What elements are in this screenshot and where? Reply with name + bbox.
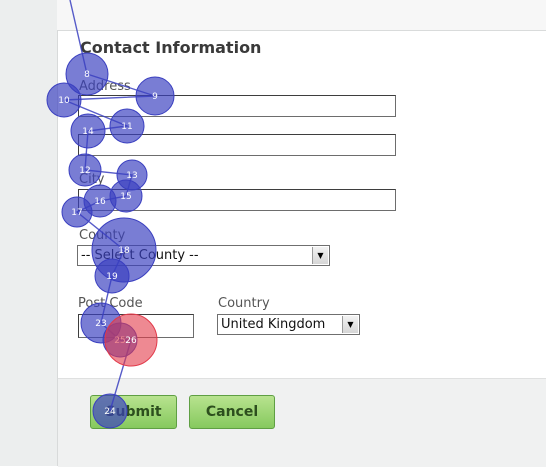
gaze-fixation-label: 8 — [84, 70, 90, 80]
gaze-fixation-label: 16 — [94, 197, 106, 207]
gaze-fixation-label: 10 — [58, 96, 70, 106]
gaze-fixation-label: 13 — [126, 171, 137, 181]
gaze-fixation-label: 17 — [71, 208, 82, 218]
gaze-fixation-label: 9 — [152, 92, 158, 102]
gaze-fixation-label: 19 — [106, 272, 118, 282]
gaze-fixation-label: 23 — [95, 319, 106, 329]
gaze-fixation-label: 11 — [121, 122, 132, 132]
gaze-overlay: 891011141213151617181923252624 — [46, 0, 175, 429]
gaze-fixation-label: 15 — [120, 192, 131, 202]
gaze-fixation-label: 12 — [79, 166, 90, 176]
gaze-fixation-label: 18 — [118, 246, 130, 256]
gaze-fixation-label: 24 — [104, 407, 116, 417]
gaze-fixation-label: 26 — [125, 336, 137, 346]
gaze-fixation-label: 14 — [82, 127, 94, 137]
